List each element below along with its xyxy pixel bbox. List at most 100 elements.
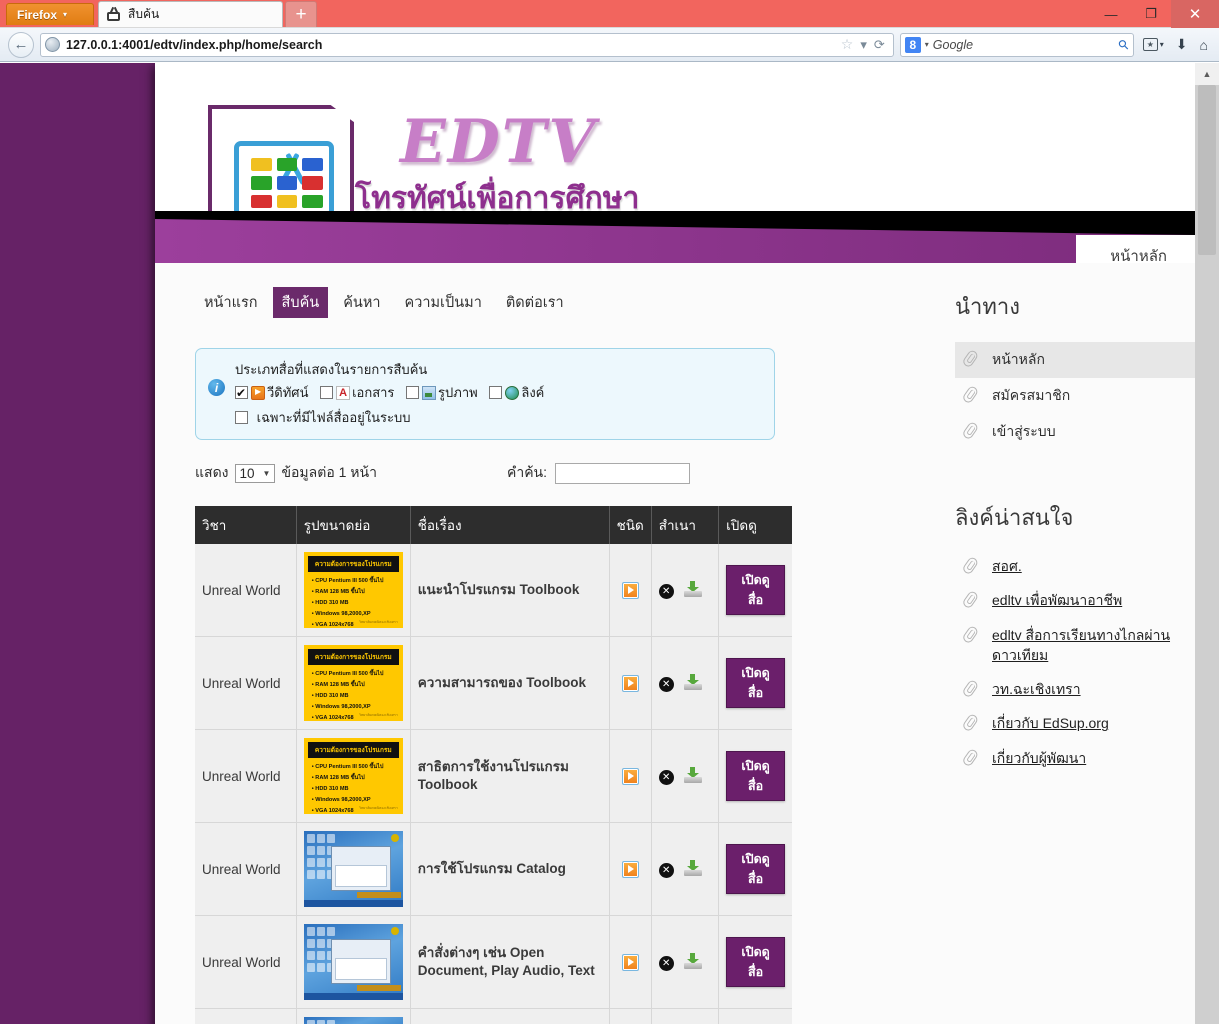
video-play-icon[interactable] — [621, 674, 639, 692]
sidebar-item-home[interactable]: หน้าหลัก — [955, 342, 1195, 378]
firefox-menu-button[interactable]: Firefox ▾ — [6, 3, 94, 25]
cell-title[interactable]: สาธิตการใช้งานโปรแกรม Toolbook — [410, 729, 610, 824]
sidebar-link-label[interactable]: edltv สื่อการเรียนทางไกลผ่านดาวเทียม — [992, 625, 1185, 666]
sidebar-link-label[interactable]: edltv เพื่อพัฒนาอาชีพ — [992, 590, 1122, 610]
checkbox-link[interactable] — [489, 385, 503, 399]
column-type[interactable]: ชนิด — [609, 506, 652, 545]
cell-thumbnail[interactable]: ความต้องการของโปรแกรม • CPU Pentium III … — [296, 544, 411, 638]
checkbox-video[interactable] — [235, 383, 248, 404]
sidebar-link-label[interactable]: วท.ฉะเชิงเทรา — [992, 679, 1081, 699]
cell-title[interactable]: แนะนำโปรแกรม Toolbook — [410, 544, 610, 638]
list-item[interactable]: edltv สื่อการเรียนทางไกลผ่านดาวเทียม — [955, 618, 1195, 673]
table-row[interactable]: Unreal World ความต้องการของโปรแกรม • CPU… — [195, 636, 792, 731]
downloads-button[interactable]: ⬇ — [1173, 36, 1191, 53]
column-subject[interactable]: วิชา — [195, 506, 297, 545]
video-icon — [251, 385, 265, 400]
tab-contact[interactable]: ติดต่อเรา — [497, 287, 573, 318]
column-title[interactable]: ชื่อเรื่อง — [410, 506, 610, 545]
list-item[interactable]: เกี่ยวกับผู้พัฒนา — [955, 741, 1195, 775]
cell-title[interactable]: คำสั่งต่างๆ เช่น Open Document, Play Aud… — [410, 915, 610, 1010]
cell-title[interactable]: การใช้โปรแกรม Catalog — [410, 822, 610, 917]
cell-subject: Unreal World — [195, 636, 297, 731]
home-button[interactable]: ⌂ — [1197, 37, 1211, 53]
open-media-button[interactable]: เปิดดูสื่อ — [726, 565, 785, 616]
delete-copy-icon[interactable]: ✕ — [658, 770, 674, 786]
browser-tab[interactable]: สืบค้น — [98, 1, 283, 27]
sidebar-link-label[interactable]: เกี่ยวกับ EdSup.org — [992, 713, 1109, 733]
search-input[interactable]: Google — [933, 38, 1115, 52]
open-media-button[interactable]: เปิดดูสื่อ — [726, 937, 785, 988]
sidebar-item-login[interactable]: เข้าสู่ระบบ — [955, 414, 1195, 450]
tab-about[interactable]: ความเป็นมา — [396, 287, 491, 318]
back-button[interactable]: ← — [8, 31, 34, 58]
delete-copy-icon[interactable]: ✕ — [658, 584, 674, 600]
keyword-input[interactable] — [555, 462, 691, 484]
bookmarks-button[interactable]: ★ ▾ — [1140, 38, 1167, 51]
video-play-icon[interactable] — [621, 860, 639, 878]
table-row[interactable]: Unreal World ความต้องการของโปรแกรม • CPU… — [195, 544, 792, 638]
chevron-down-icon[interactable]: ▾ — [925, 40, 929, 49]
close-button[interactable]: ✕ — [1171, 0, 1219, 28]
table-row[interactable] — [195, 1008, 792, 1024]
search-icon[interactable]: ⚲ — [1115, 35, 1133, 53]
sidebar-link-label[interactable]: เกี่ยวกับผู้พัฒนา — [992, 748, 1086, 768]
column-copy[interactable]: สำเนา — [651, 506, 720, 545]
vertical-scrollbar[interactable]: ▲ — [1195, 63, 1219, 1024]
open-media-button[interactable]: เปิดดูสื่อ — [726, 658, 785, 709]
cell-title[interactable] — [410, 1008, 610, 1024]
search-bar[interactable]: 8 ▾ Google ⚲ — [899, 32, 1134, 57]
column-open[interactable]: เปิดดู — [718, 506, 792, 545]
sidebar-item-register[interactable]: สมัครสมาชิก — [955, 378, 1195, 414]
delete-copy-icon[interactable]: ✕ — [658, 677, 674, 693]
url-bar[interactable]: 127.0.0.1:4001/edtv/index.php/home/searc… — [40, 32, 894, 57]
cell-thumbnail[interactable] — [296, 1008, 411, 1024]
download-icon[interactable] — [683, 581, 702, 598]
new-tab-button[interactable]: + — [285, 1, 317, 27]
checkbox-image[interactable] — [406, 385, 420, 399]
video-play-icon[interactable] — [621, 581, 639, 599]
delete-copy-icon[interactable]: ✕ — [658, 956, 674, 972]
sidebar-link-label[interactable]: สอศ. — [992, 556, 1022, 576]
open-media-button[interactable]: เปิดดูสื่อ — [726, 844, 785, 895]
cell-thumbnail[interactable]: ความต้องการของโปรแกรม • CPU Pentium III … — [296, 729, 411, 824]
checkbox-document[interactable] — [320, 385, 334, 399]
cell-thumbnail[interactable] — [296, 822, 411, 917]
video-play-icon[interactable] — [621, 767, 639, 785]
table-row[interactable]: Unreal World ความต้องการของโปรแกรม • CPU… — [195, 729, 792, 824]
breadcrumb[interactable]: หน้าหลัก — [1076, 235, 1195, 263]
chevron-down-icon[interactable]: ▾ — [860, 37, 867, 53]
column-thumbnail[interactable]: รูปขนาดย่อ — [296, 506, 411, 545]
page-size-select[interactable]: 10 ▼ — [234, 463, 276, 483]
tab-search-browse[interactable]: สืบค้น — [272, 287, 329, 318]
results-table-head: วิชา รูปขนาดย่อ ชื่อเรื่อง ชนิด สำเนา เป… — [195, 506, 792, 545]
download-icon[interactable] — [683, 953, 702, 970]
media-filter-only-files: เฉพาะที่มีไฟล์สื่ออยู่ในระบบ — [235, 407, 544, 430]
delete-copy-icon[interactable]: ✕ — [658, 863, 674, 879]
search-engine-icon[interactable]: 8 — [904, 36, 921, 53]
download-icon[interactable] — [683, 674, 702, 691]
bookmark-star-icon[interactable]: ☆ — [841, 36, 854, 53]
tab-find[interactable]: ค้นหา — [334, 287, 389, 318]
restore-button[interactable]: ❐ — [1131, 0, 1171, 28]
video-play-icon[interactable] — [621, 953, 639, 971]
checkbox-only-with-files[interactable] — [235, 410, 248, 424]
list-item[interactable]: วท.ฉะเชิงเทรา — [955, 672, 1195, 706]
table-row[interactable]: Unreal World — [195, 822, 792, 917]
minimize-button[interactable]: — — [1091, 0, 1131, 28]
cell-title[interactable]: ความสามารถของ Toolbook — [410, 636, 610, 731]
cell-open: เปิดดูสื่อ — [718, 822, 792, 917]
open-media-button[interactable]: เปิดดูสื่อ — [726, 751, 785, 802]
list-item[interactable]: edltv เพื่อพัฒนาอาชีพ — [955, 583, 1195, 617]
cell-thumbnail[interactable]: ความต้องการของโปรแกรม • CPU Pentium III … — [296, 636, 411, 731]
download-icon[interactable] — [683, 767, 702, 784]
reload-icon[interactable]: ⟳ — [874, 37, 885, 53]
scroll-up-button[interactable]: ▲ — [1195, 63, 1219, 85]
scrollbar-thumb[interactable] — [1198, 85, 1216, 255]
cell-thumbnail[interactable] — [296, 915, 411, 1010]
download-icon[interactable] — [683, 860, 702, 877]
list-item[interactable]: สอศ. — [955, 549, 1195, 583]
list-item[interactable]: เกี่ยวกับ EdSup.org — [955, 706, 1195, 740]
tab-home[interactable]: หน้าแรก — [195, 287, 267, 318]
table-row[interactable]: Unreal World — [195, 915, 792, 1010]
desktop-thumbnail-icon — [303, 1017, 403, 1024]
